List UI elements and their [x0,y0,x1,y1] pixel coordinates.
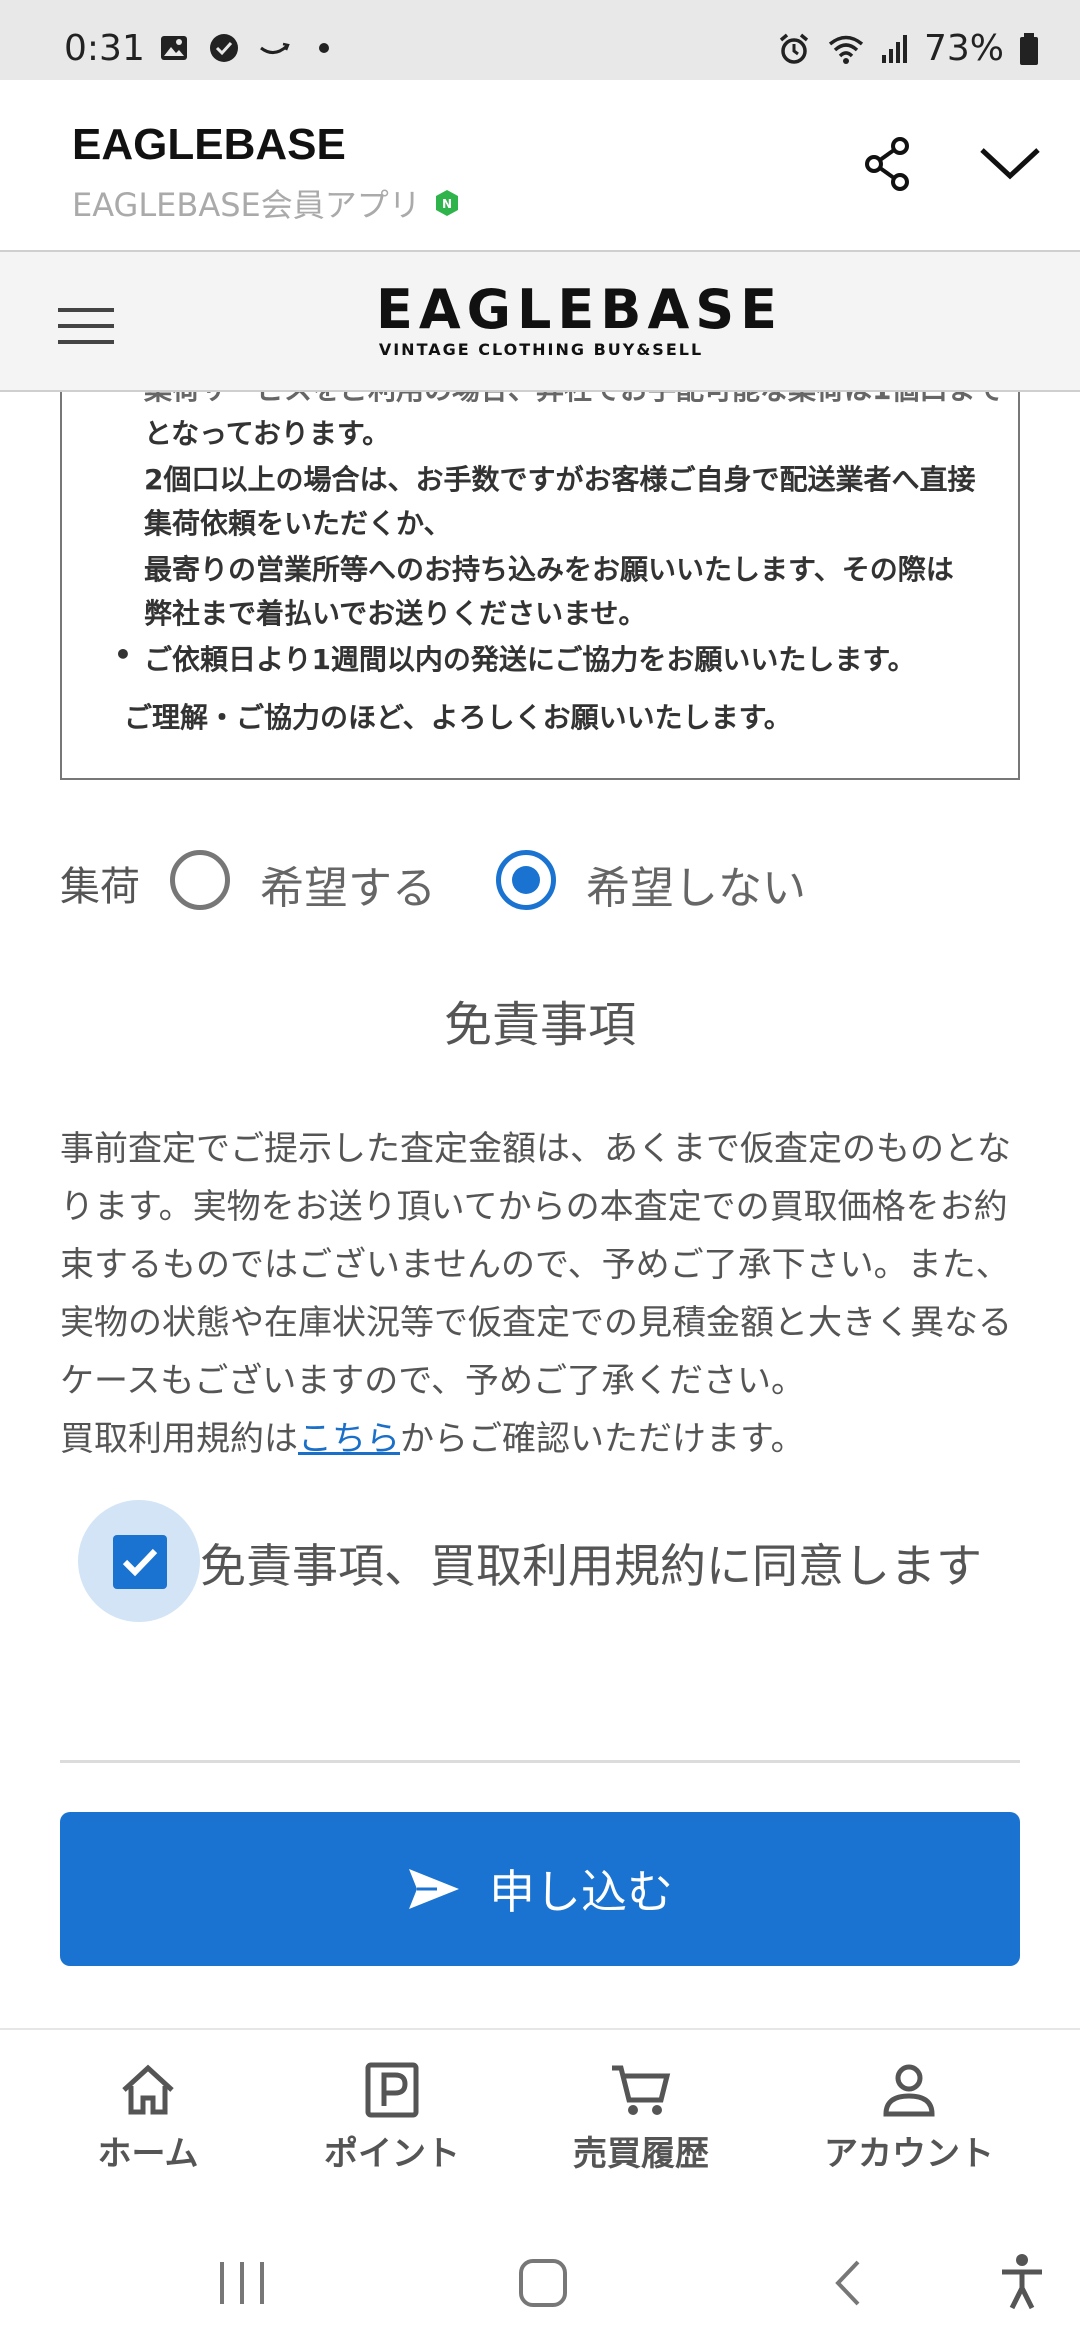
status-time: 0:31 [64,28,145,69]
status-bar: 0:31 73% [0,0,1080,80]
notice-line: 集荷依頼をいただくか、 [144,507,452,540]
nav-home[interactable]: ホーム [88,2062,208,2175]
system-status: 73% [776,28,1040,69]
amazon-icon [260,42,290,54]
disclaimer-text: 事前査定でご提示した査定金額は、あくまで仮査定のものとなります。実物をお送り頂い… [60,1129,1012,1401]
nav-points-label: ポイント [324,2134,460,2174]
gallery-icon [161,36,187,60]
cart-icon [612,2065,671,2115]
notice-thanks: ご理解・ご協力のほど、よろしくお願いいたします。 [124,701,792,734]
site-logo[interactable]: EAGLEBASE VINTAGE CLOTHING BUY&SELL [376,278,784,360]
nav-history-label: 売買履歴 [573,2134,709,2174]
send-icon [409,1869,459,1909]
logo-tagline: VINTAGE CLOTHING BUY&SELL [378,340,704,359]
app-subtitle: EAGLEBASE会員アプリ N [72,180,461,226]
home-icon [122,2064,174,2115]
signal-icon [881,34,907,63]
home-button-icon[interactable] [516,2256,570,2310]
wifi-icon [828,35,864,64]
account-icon [883,2064,935,2117]
battery-percent: 73% [923,28,1004,69]
notice-line: となっております。 [144,417,391,450]
pickup-no-radio[interactable] [496,850,556,910]
notice-bullet-text: ご依頼日より1週間以内の発送にご協力をお願いいたします。 [144,643,916,676]
divider [60,1760,1020,1763]
nav-points[interactable]: ポイント [312,2062,472,2175]
check-circle-icon [210,34,238,62]
verified-badge-icon: N [435,190,458,216]
agree-checkbox-row[interactable]: 免責事項、買取利用規約に同意します [78,1500,1038,1622]
agree-label[interactable]: 免責事項、買取利用規約に同意します [200,1530,982,1596]
nav-history[interactable]: 売買履歴 [566,2062,716,2175]
terms-link[interactable]: こちら [298,1419,400,1459]
bottom-nav: ホーム ポイント 売買履歴 アカウント [0,2028,1080,2198]
share-icon[interactable] [856,132,920,196]
submit-label: 申し込む [489,1865,673,1919]
pickup-yes-radio[interactable] [170,850,230,910]
recent-apps-icon[interactable] [214,2258,270,2308]
submit-button[interactable]: 申し込む [60,1812,1020,1966]
pickup-notice-box: 集荷サービスをご利用の場合、弊社でお手配可能な集荷は1個口まで となっております… [60,360,1020,780]
app-subtitle-text: EAGLEBASE会員アプリ [72,186,421,224]
nav-account[interactable]: アカウント [814,2062,1004,2175]
svg-text:N: N [442,197,452,211]
logo-text: EAGLEBASE [376,278,784,341]
dot-icon [319,43,329,53]
accessibility-icon[interactable] [996,2252,1048,2312]
points-icon [365,2062,419,2118]
app-title: EAGLEBASE [72,120,346,169]
nav-home-label: ホーム [97,2134,199,2174]
site-header: EAGLEBASE VINTAGE CLOTHING BUY&SELL [0,250,1080,392]
app-header: EAGLEBASE EAGLEBASE会員アプリ N [0,80,1080,248]
alarm-icon [779,33,809,64]
notice-line: 2個口以上の場合は、お手数ですがお客様ご自身で配送業者へ直接 [144,463,976,496]
agree-checkbox[interactable] [113,1535,167,1589]
notice-bullet: • [114,638,132,671]
back-icon[interactable] [826,2256,870,2310]
system-navigation-bar [0,2200,1080,2340]
terms-suffix: からご確認いただけます。 [400,1419,805,1459]
notification-icons [158,32,340,64]
nav-account-label: アカウント [824,2134,994,2174]
battery-icon [1020,32,1038,65]
pickup-no-label[interactable]: 希望しない [586,852,806,916]
pickup-label: 集荷 [60,864,140,910]
notice-line: 弊社まで着払いでお送りくださいませ。 [144,597,647,630]
disclaimer-title: 免責事項 [443,997,636,1053]
menu-icon[interactable] [58,308,114,344]
disclaimer-body: 事前査定でご提示した査定金額は、あくまで仮査定のものとなります。実物をお送り頂い… [60,1120,1030,1468]
chevron-down-icon[interactable] [970,132,1050,196]
pickup-yes-label[interactable]: 希望する [260,852,436,916]
pickup-radio-group: 集荷 希望する 希望しない [60,840,1020,920]
check-icon [122,1548,158,1577]
notice-line: 最寄りの営業所等へのお持ち込みをお願いいたします、その際は [144,553,954,586]
terms-prefix: 買取利用規約は [60,1419,298,1459]
